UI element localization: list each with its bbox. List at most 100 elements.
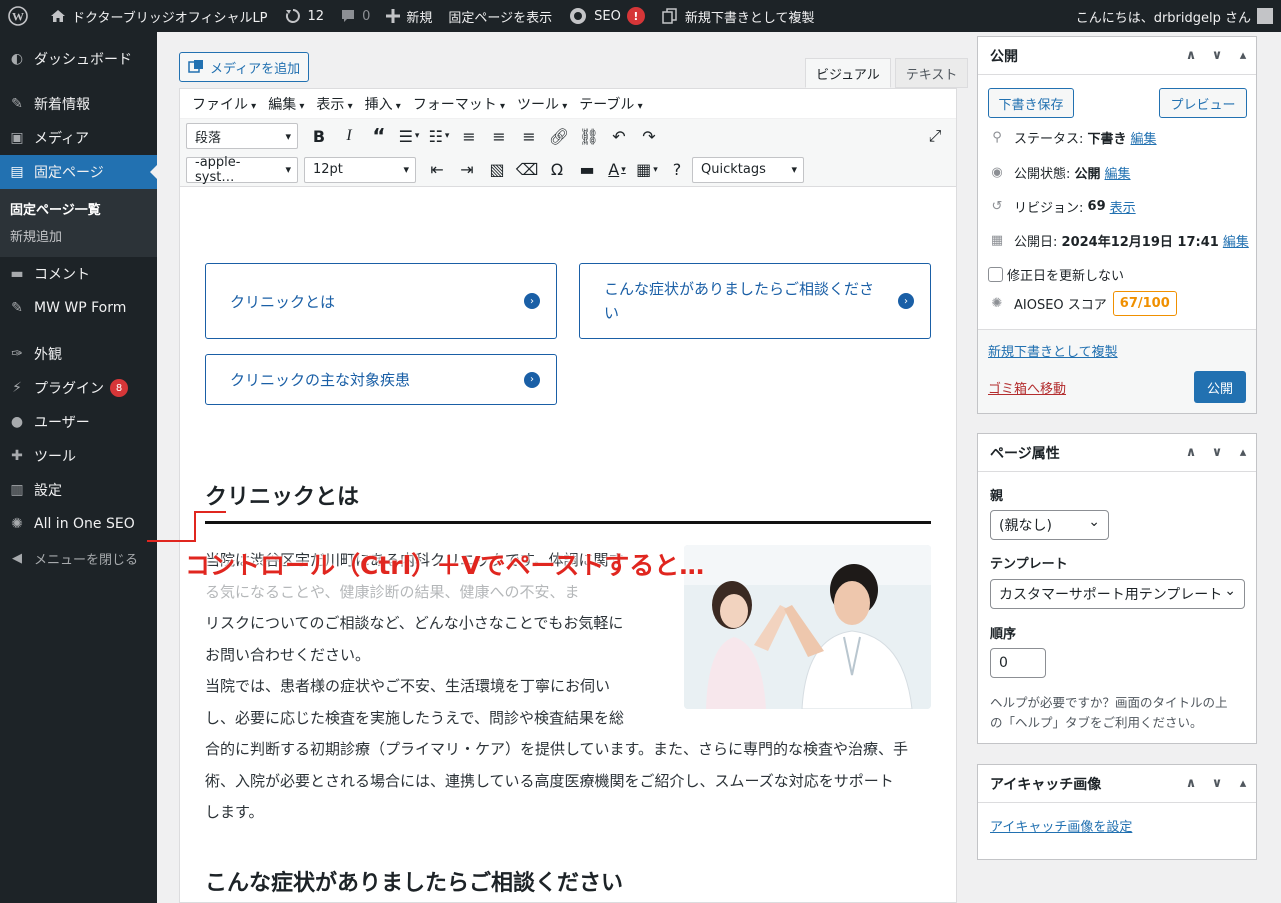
callout-line — [194, 511, 226, 513]
redo-icon[interactable]: ↷ — [634, 122, 664, 150]
move-up-icon[interactable]: ∧ — [1178, 445, 1204, 460]
menu-insert[interactable]: 挿入 — [359, 94, 407, 114]
sidebar-item-news[interactable]: ✎ 新着情報 — [0, 87, 157, 121]
modified-checkbox[interactable] — [988, 267, 1003, 282]
history-icon: ↺ — [991, 199, 1003, 214]
publish-date-row: ▦ 公開日: 2024年12月19日 17:41 編集 — [988, 231, 1249, 250]
sidebar-item-media[interactable]: ▣ メディア — [0, 121, 157, 155]
paste-text-icon[interactable]: ▧ — [482, 156, 512, 184]
sidebar-item-pages[interactable]: ▤ 固定ページ — [0, 155, 157, 189]
blockquote-icon[interactable]: “ — [364, 122, 394, 150]
sidebar-item-plugins[interactable]: ⚡ プラグイン 8 — [0, 371, 157, 405]
nav-box-diseases[interactable]: クリニックの主な対象疾患 › — [205, 354, 557, 405]
trash-link[interactable]: ゴミ箱へ移動 — [988, 378, 1066, 397]
menu-tools[interactable]: ツール — [511, 94, 573, 114]
move-up-icon[interactable]: ∧ — [1178, 776, 1204, 791]
numbered-list-icon[interactable]: ☷ — [424, 122, 454, 150]
submenu-add-new[interactable]: 新規追加 — [0, 222, 157, 249]
visibility-edit-link[interactable]: 編集 — [1105, 163, 1131, 182]
nav-box-clinic[interactable]: クリニックとは › — [205, 263, 557, 339]
save-draft-button[interactable]: 下書き保存 — [988, 88, 1074, 118]
template-select[interactable]: カスタマーサポート用テンプレート — [990, 579, 1245, 609]
sidebar-item-appearance[interactable]: ✑ 外観 — [0, 337, 157, 371]
set-featured-image-link[interactable]: アイキャッチ画像を設定 — [990, 816, 1132, 835]
view-page-link[interactable]: 固定ページを表示 — [440, 0, 560, 32]
horizontal-rule-icon[interactable]: ▬ — [572, 156, 602, 184]
outdent-icon[interactable]: ⇤ — [422, 156, 452, 184]
align-left-icon[interactable]: ≡ — [454, 122, 484, 150]
new-content-link[interactable]: 新規 — [378, 0, 440, 32]
text-color-icon[interactable]: A — [602, 156, 632, 184]
updates-link[interactable]: 12 — [276, 0, 333, 32]
align-right-icon[interactable]: ≡ — [514, 122, 544, 150]
site-name-link[interactable]: ドクターブリッジオフィシャルLP — [42, 0, 276, 32]
submenu-all-pages[interactable]: 固定ページ一覧 — [0, 195, 157, 222]
tab-visual[interactable]: ビジュアル — [805, 58, 891, 88]
publish-button[interactable]: 公開 — [1194, 371, 1246, 403]
sidebar-item-label: 固定ページ — [34, 165, 104, 181]
preview-button[interactable]: プレビュー — [1159, 88, 1247, 118]
nav-box-symptoms[interactable]: こんな症状がありましたらご相談ください › — [579, 263, 931, 339]
editor-tabs: ビジュアル テキスト — [801, 58, 969, 88]
help-icon[interactable]: ? — [662, 156, 692, 184]
font-size-select[interactable]: 12pt — [304, 156, 416, 183]
wordpress-logo-icon[interactable]: W — [0, 0, 42, 32]
sidebar-item-comments[interactable]: ▬ コメント — [0, 257, 157, 291]
sidebar-item-label: メニューを閉じる — [34, 552, 139, 568]
sidebar-item-mw-wp-form[interactable]: ✎ MW WP Form — [0, 291, 157, 325]
toggle-icon[interactable]: ▴ — [1230, 48, 1256, 63]
indent-icon[interactable]: ⇥ — [452, 156, 482, 184]
sidebar-item-tools[interactable]: ✚ ツール — [0, 439, 157, 473]
add-media-button[interactable]: メディアを追加 — [179, 52, 310, 82]
collapse-menu-button[interactable]: ◀ メニューを閉じる — [0, 541, 157, 575]
unlink-icon[interactable]: ⛓︎ — [574, 122, 604, 150]
move-up-icon[interactable]: ∧ — [1178, 48, 1204, 63]
pages-submenu: 固定ページ一覧 新規追加 — [0, 189, 157, 257]
move-down-icon[interactable]: ∨ — [1204, 445, 1230, 460]
duplicate-draft-link[interactable]: 新規下書きとして複製 — [988, 341, 1118, 360]
tab-text[interactable]: テキスト — [894, 58, 969, 88]
parent-select[interactable]: (親なし) — [990, 510, 1109, 540]
fullscreen-icon[interactable]: ⤢ — [920, 122, 950, 150]
move-down-icon[interactable]: ∨ — [1204, 48, 1230, 63]
format-select[interactable]: 段落 — [186, 123, 298, 149]
menu-format[interactable]: フォーマット — [407, 94, 511, 114]
align-center-icon[interactable]: ≡ — [484, 122, 514, 150]
bold-icon[interactable]: B — [304, 122, 334, 150]
sidebar-item-settings[interactable]: ▥ 設定 — [0, 473, 157, 507]
aioseo-label: AIOSEO スコア — [1014, 298, 1107, 313]
sidebar-item-label: コメント — [34, 267, 90, 283]
menu-table[interactable]: テーブル — [573, 94, 648, 114]
move-down-icon[interactable]: ∨ — [1204, 776, 1230, 791]
menu-edit[interactable]: 編集 — [262, 94, 310, 114]
sidebar-item-users[interactable]: ● ユーザー — [0, 405, 157, 439]
date-edit-link[interactable]: 編集 — [1223, 231, 1249, 250]
callout-line — [147, 540, 196, 542]
bullet-list-icon[interactable]: ☰ — [394, 122, 424, 150]
special-char-icon[interactable]: Ω — [542, 156, 572, 184]
table-icon[interactable]: ▦ — [632, 156, 662, 184]
toggle-icon[interactable]: ▴ — [1230, 445, 1256, 460]
sidebar-item-label: 新着情報 — [34, 97, 90, 113]
toggle-icon[interactable]: ▴ — [1230, 776, 1256, 791]
comments-link[interactable]: 0 — [332, 0, 378, 32]
revisions-view-link[interactable]: 表示 — [1110, 197, 1136, 216]
sidebar-item-dashboard[interactable]: ◐ ダッシュボード — [0, 42, 157, 76]
font-family-select[interactable]: -apple-syst… — [186, 155, 298, 185]
pin-icon: ✎ — [11, 300, 23, 316]
clear-format-icon[interactable]: ⌫ — [512, 156, 542, 184]
duplicate-draft-link[interactable]: 新規下書きとして複製 — [653, 0, 823, 32]
order-input[interactable]: 0 — [990, 648, 1046, 678]
aioseo-score-badge[interactable]: 67/100 — [1112, 291, 1177, 316]
menu-view[interactable]: 表示 — [310, 94, 358, 114]
undo-icon[interactable]: ↶ — [604, 122, 634, 150]
link-icon[interactable]: 🔗︎ — [544, 122, 574, 150]
account-menu[interactable]: こんにちは、drbridgelp さん — [1068, 0, 1281, 32]
menu-file[interactable]: ファイル — [186, 94, 262, 114]
quicktags-select[interactable]: Quicktags — [692, 156, 804, 183]
sidebar-item-aioseo[interactable]: ✺ All in One SEO — [0, 507, 157, 541]
status-edit-link[interactable]: 編集 — [1131, 128, 1157, 147]
format-select-value: 段落 — [195, 130, 222, 146]
seo-menu[interactable]: SEO ! — [560, 0, 653, 32]
italic-icon[interactable]: I — [334, 122, 364, 150]
